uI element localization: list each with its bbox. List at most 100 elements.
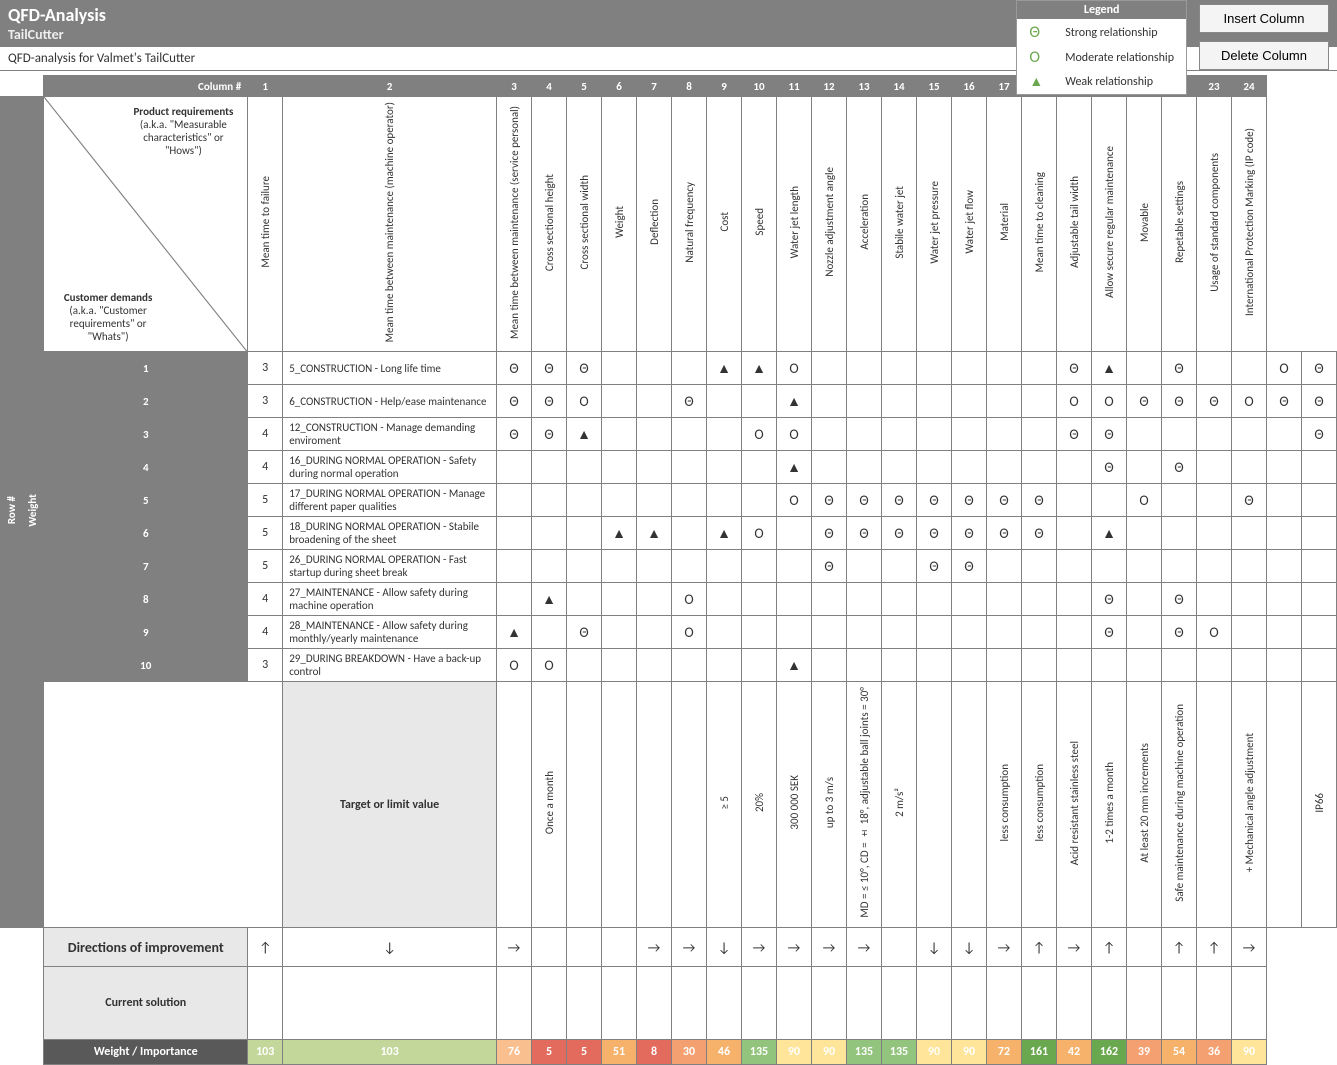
relationship-cell[interactable] — [1197, 550, 1232, 583]
relationship-cell[interactable] — [1127, 649, 1162, 682]
relationship-cell[interactable] — [707, 583, 742, 616]
relationship-cell[interactable]: Ο — [742, 418, 777, 451]
relationship-cell[interactable] — [1232, 517, 1267, 550]
relationship-cell[interactable]: Θ — [1092, 418, 1127, 451]
relationship-cell[interactable] — [1022, 550, 1057, 583]
relationship-cell[interactable] — [847, 649, 882, 682]
relationship-cell[interactable]: Θ — [987, 484, 1022, 517]
relationship-cell[interactable] — [1232, 649, 1267, 682]
relationship-cell[interactable] — [1302, 649, 1337, 682]
relationship-cell[interactable] — [987, 352, 1022, 385]
relationship-cell[interactable] — [952, 583, 987, 616]
relationship-cell[interactable] — [1267, 484, 1302, 517]
relationship-cell[interactable] — [1127, 418, 1162, 451]
relationship-cell[interactable]: Ο — [777, 352, 812, 385]
delete-column-button[interactable]: Delete Column — [1199, 41, 1329, 70]
relationship-cell[interactable] — [1057, 649, 1092, 682]
relationship-cell[interactable]: Θ — [1162, 352, 1197, 385]
relationship-cell[interactable] — [637, 385, 672, 418]
relationship-cell[interactable] — [1162, 649, 1197, 682]
relationship-cell[interactable]: ▲ — [742, 352, 777, 385]
relationship-cell[interactable] — [1232, 616, 1267, 649]
relationship-cell[interactable] — [532, 550, 567, 583]
relationship-cell[interactable] — [637, 418, 672, 451]
relationship-cell[interactable]: Θ — [882, 484, 917, 517]
relationship-cell[interactable] — [707, 484, 742, 517]
relationship-cell[interactable] — [1022, 352, 1057, 385]
relationship-cell[interactable] — [1057, 583, 1092, 616]
relationship-cell[interactable] — [812, 451, 847, 484]
relationship-cell[interactable] — [987, 418, 1022, 451]
relationship-cell[interactable]: Θ — [1092, 583, 1127, 616]
relationship-cell[interactable] — [1162, 484, 1197, 517]
relationship-cell[interactable] — [882, 418, 917, 451]
relationship-cell[interactable] — [917, 385, 952, 418]
relationship-cell[interactable] — [1302, 550, 1337, 583]
relationship-cell[interactable] — [917, 418, 952, 451]
relationship-cell[interactable] — [987, 451, 1022, 484]
relationship-cell[interactable] — [602, 583, 637, 616]
relationship-cell[interactable]: Θ — [1162, 451, 1197, 484]
relationship-cell[interactable] — [1267, 418, 1302, 451]
relationship-cell[interactable] — [1127, 352, 1162, 385]
relationship-cell[interactable]: Θ — [812, 517, 847, 550]
relationship-cell[interactable]: Θ — [847, 517, 882, 550]
relationship-cell[interactable] — [812, 352, 847, 385]
relationship-cell[interactable]: Θ — [532, 352, 567, 385]
relationship-cell[interactable]: Θ — [497, 418, 532, 451]
relationship-cell[interactable]: ▲ — [1092, 517, 1127, 550]
relationship-cell[interactable] — [1232, 451, 1267, 484]
relationship-cell[interactable] — [1127, 451, 1162, 484]
relationship-cell[interactable] — [1302, 451, 1337, 484]
relationship-cell[interactable] — [1162, 418, 1197, 451]
relationship-cell[interactable]: ▲ — [532, 583, 567, 616]
relationship-cell[interactable] — [847, 418, 882, 451]
relationship-cell[interactable]: ▲ — [497, 616, 532, 649]
relationship-cell[interactable]: ▲ — [777, 451, 812, 484]
relationship-cell[interactable] — [602, 616, 637, 649]
relationship-cell[interactable] — [1267, 616, 1302, 649]
relationship-cell[interactable] — [497, 517, 532, 550]
relationship-cell[interactable]: ▲ — [602, 517, 637, 550]
relationship-cell[interactable] — [847, 616, 882, 649]
relationship-cell[interactable] — [952, 352, 987, 385]
relationship-cell[interactable] — [637, 550, 672, 583]
relationship-cell[interactable] — [1162, 517, 1197, 550]
relationship-cell[interactable] — [882, 385, 917, 418]
relationship-cell[interactable] — [602, 451, 637, 484]
relationship-cell[interactable]: Ο — [1127, 484, 1162, 517]
relationship-cell[interactable] — [567, 583, 602, 616]
relationship-cell[interactable] — [1232, 550, 1267, 583]
relationship-cell[interactable] — [707, 649, 742, 682]
relationship-cell[interactable]: ▲ — [707, 352, 742, 385]
relationship-cell[interactable] — [1197, 583, 1232, 616]
relationship-cell[interactable] — [917, 352, 952, 385]
relationship-cell[interactable]: Ο — [742, 517, 777, 550]
relationship-cell[interactable] — [602, 484, 637, 517]
relationship-cell[interactable] — [567, 451, 602, 484]
relationship-cell[interactable] — [952, 649, 987, 682]
relationship-cell[interactable]: Θ — [567, 616, 602, 649]
relationship-cell[interactable] — [567, 649, 602, 682]
relationship-cell[interactable] — [1057, 484, 1092, 517]
relationship-cell[interactable] — [1232, 418, 1267, 451]
relationship-cell[interactable]: Ο — [1092, 385, 1127, 418]
relationship-cell[interactable] — [567, 550, 602, 583]
relationship-cell[interactable] — [882, 583, 917, 616]
relationship-cell[interactable] — [567, 484, 602, 517]
relationship-cell[interactable] — [742, 649, 777, 682]
relationship-cell[interactable]: Θ — [952, 484, 987, 517]
relationship-cell[interactable] — [882, 649, 917, 682]
relationship-cell[interactable] — [882, 352, 917, 385]
relationship-cell[interactable] — [532, 451, 567, 484]
relationship-cell[interactable] — [952, 385, 987, 418]
relationship-cell[interactable] — [777, 517, 812, 550]
relationship-cell[interactable] — [952, 418, 987, 451]
relationship-cell[interactable] — [742, 616, 777, 649]
relationship-cell[interactable] — [707, 550, 742, 583]
relationship-cell[interactable] — [1127, 550, 1162, 583]
relationship-cell[interactable]: Θ — [497, 385, 532, 418]
relationship-cell[interactable]: Θ — [1057, 418, 1092, 451]
relationship-cell[interactable] — [742, 385, 777, 418]
relationship-cell[interactable]: Θ — [497, 352, 532, 385]
